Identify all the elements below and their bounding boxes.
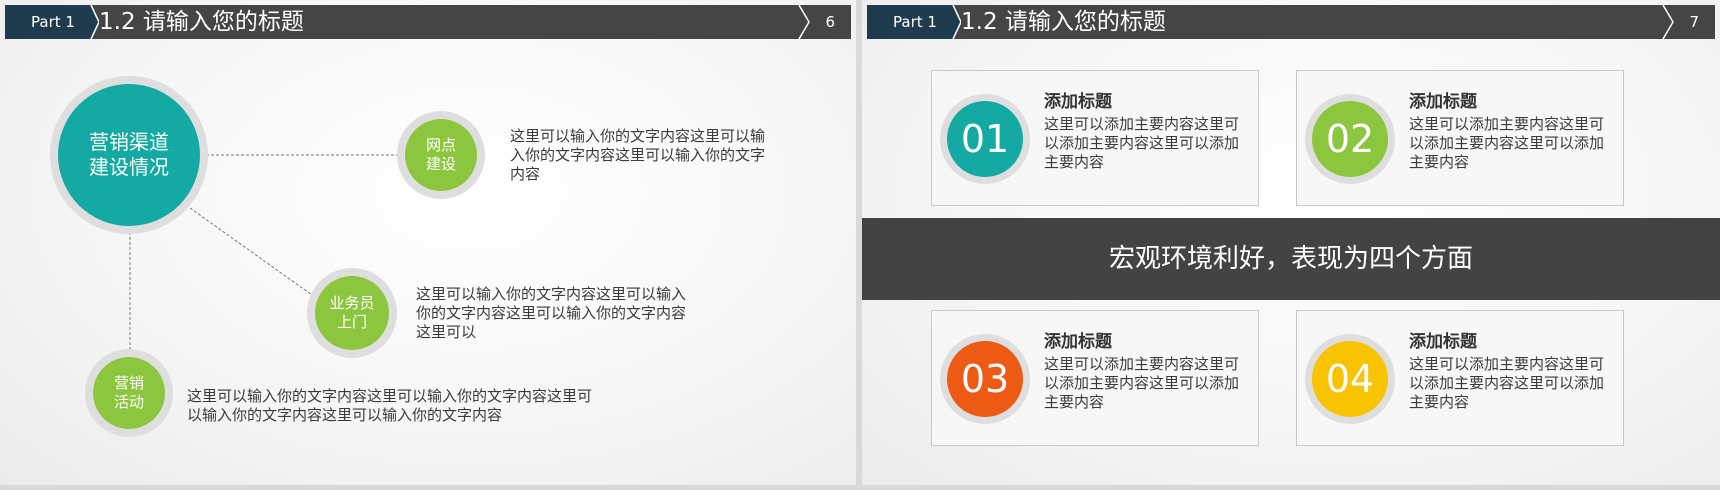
card-number: 03: [947, 341, 1023, 417]
card-number: 02: [1312, 101, 1388, 177]
chevron-right-icon: [1662, 5, 1674, 39]
chevron-right-icon: [947, 5, 961, 39]
number-circle: 01: [940, 94, 1030, 184]
node-description: 这里可以输入你的文字内容这里可以输入你的文字内容这里可以输入你的文字内容: [510, 127, 766, 183]
card-number: 01: [947, 101, 1023, 177]
feature-card: 04 添加标题 这里可以添加主要内容这里可以添加主要内容这里可以添加主要内容: [1296, 310, 1624, 446]
node-label: 营销: [113, 374, 144, 392]
card-title: 添加标题: [1409, 332, 1477, 352]
main-circle-line2: 建设情况: [89, 155, 169, 179]
page-number: 7: [1689, 13, 1699, 31]
feature-card: 03 添加标题 这里可以添加主要内容这里可以添加主要内容这里可以添加主要内容: [931, 310, 1259, 446]
node-label: 活动: [113, 393, 144, 411]
card-text: 这里可以添加主要内容这里可以添加主要内容这里可以添加主要内容: [1044, 355, 1240, 411]
node-description: 这里可以输入你的文字内容这里可以输入你的文字内容这里可以输入你的文字内容这里可以…: [187, 387, 593, 424]
node-label: 网点: [425, 136, 456, 154]
node-label: 上门: [336, 313, 367, 331]
node-circle: 营销 活动: [85, 349, 173, 437]
page-title: 1.2 请输入您的标题: [961, 9, 1166, 35]
slide-header: Part 1 1.2 请输入您的标题 7: [867, 5, 1715, 39]
card-title: 添加标题: [1044, 92, 1112, 112]
card-title: 添加标题: [1044, 332, 1112, 352]
card-text: 这里可以添加主要内容这里可以添加主要内容这里可以添加主要内容: [1409, 115, 1605, 171]
main-circle-line1: 营销渠道: [89, 130, 169, 154]
card-text: 这里可以添加主要内容这里可以添加主要内容这里可以添加主要内容: [1044, 115, 1240, 171]
card-text: 这里可以添加主要内容这里可以添加主要内容这里可以添加主要内容: [1409, 355, 1605, 411]
number-circle: 03: [940, 334, 1030, 424]
number-circle: 02: [1305, 94, 1395, 184]
node-label: 建设: [425, 155, 456, 173]
card-title: 添加标题: [1409, 92, 1477, 112]
node-description: 这里可以输入你的文字内容这里可以输入你的文字内容这里可以输入你的文字内容这里可以: [416, 285, 687, 341]
node-circle: 业务员 上门: [307, 268, 397, 358]
feature-card: 02 添加标题 这里可以添加主要内容这里可以添加主要内容这里可以添加主要内容: [1296, 70, 1624, 206]
main-circle: 营销渠道 建设情况: [50, 76, 208, 234]
highlight-banner: 宏观环境利好，表现为四个方面: [862, 218, 1720, 300]
part-label: Part 1: [867, 5, 947, 39]
feature-card: 01 添加标题 这里可以添加主要内容这里可以添加主要内容这里可以添加主要内容: [931, 70, 1259, 206]
card-number: 04: [1312, 341, 1388, 417]
slide-6: Part 1 1.2 请输入您的标题 6 营销渠道 建设情况 网点 建设 这里可…: [0, 0, 856, 485]
number-circle: 04: [1305, 334, 1395, 424]
slide-7: Part 1 1.2 请输入您的标题 7 01 添加标题 这里可以添加主要内容这…: [862, 0, 1720, 485]
node-label: 业务员: [329, 294, 375, 312]
node-circle: 网点 建设: [397, 111, 485, 199]
